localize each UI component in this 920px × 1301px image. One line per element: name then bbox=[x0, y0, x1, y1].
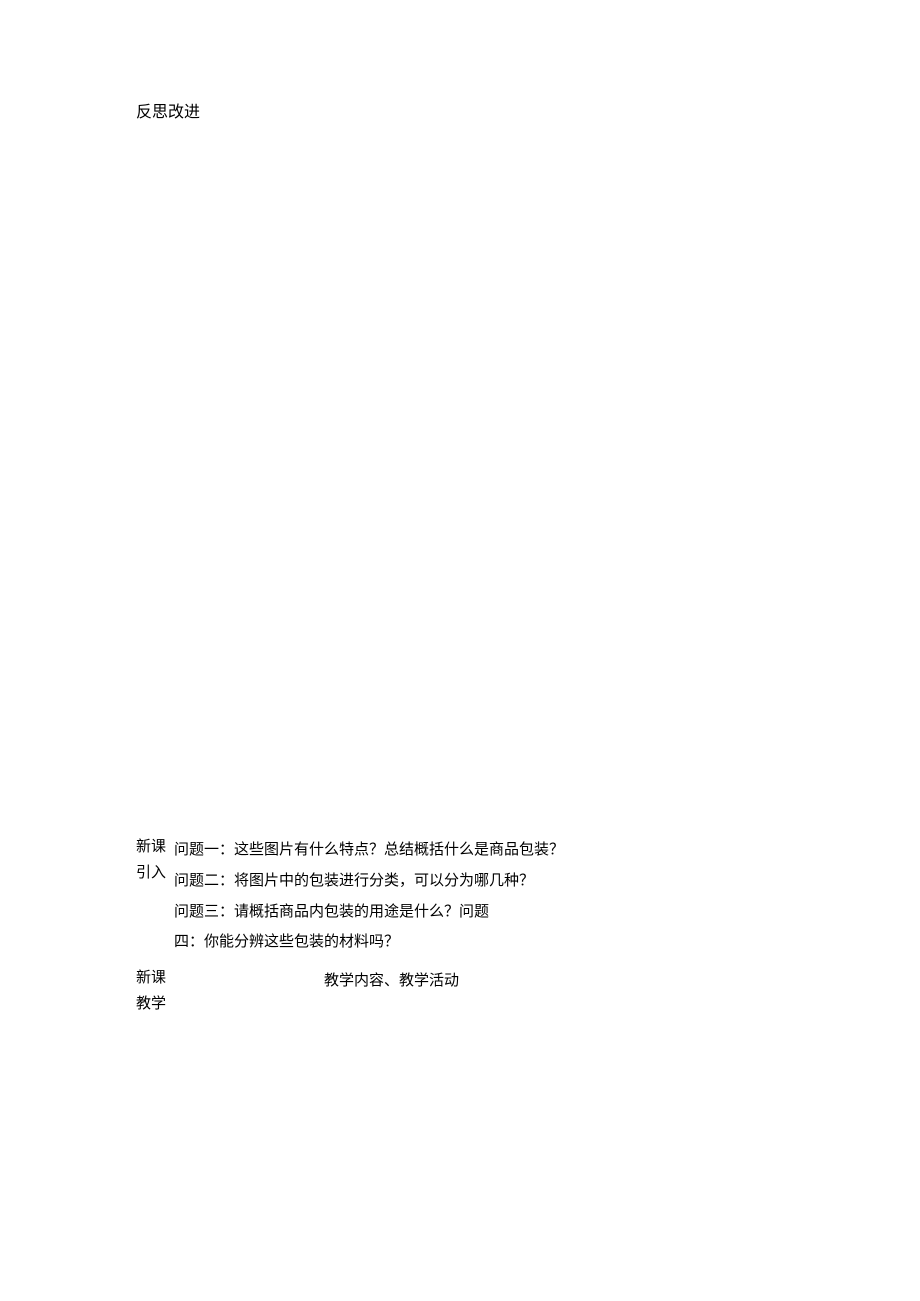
lesson-section: 新课 引入 问题一：这些图片有什么特点？总结概括什么是商品包装？ 问题二：将图片… bbox=[136, 835, 786, 1017]
intro-label-line1: 新课 bbox=[136, 835, 174, 861]
teaching-label: 新课 教学 bbox=[136, 966, 174, 1017]
teaching-row: 新课 教学 教学内容、教学活动 bbox=[136, 966, 786, 1017]
intro-questions: 问题一：这些图片有什么特点？总结概括什么是商品包装？ 问题二：将图片中的包装进行… bbox=[174, 835, 786, 958]
question-4: 四：你能分辨这些包装的材料吗？ bbox=[174, 927, 786, 958]
reflection-heading: 反思改进 bbox=[136, 100, 200, 126]
intro-row: 新课 引入 问题一：这些图片有什么特点？总结概括什么是商品包装？ 问题二：将图片… bbox=[136, 835, 786, 958]
teaching-content: 教学内容、教学活动 bbox=[174, 966, 786, 997]
question-1: 问题一：这些图片有什么特点？总结概括什么是商品包装？ bbox=[174, 835, 786, 866]
intro-label-line2: 引入 bbox=[136, 861, 174, 887]
question-3: 问题三：请概括商品内包装的用途是什么？问题 bbox=[174, 897, 786, 928]
teaching-label-line1: 新课 bbox=[136, 966, 174, 992]
teaching-center-text: 教学内容、教学活动 bbox=[174, 966, 786, 997]
question-2: 问题二：将图片中的包装进行分类，可以分为哪几种？ bbox=[174, 866, 786, 897]
intro-label: 新课 引入 bbox=[136, 835, 174, 886]
teaching-label-line2: 教学 bbox=[136, 992, 174, 1018]
